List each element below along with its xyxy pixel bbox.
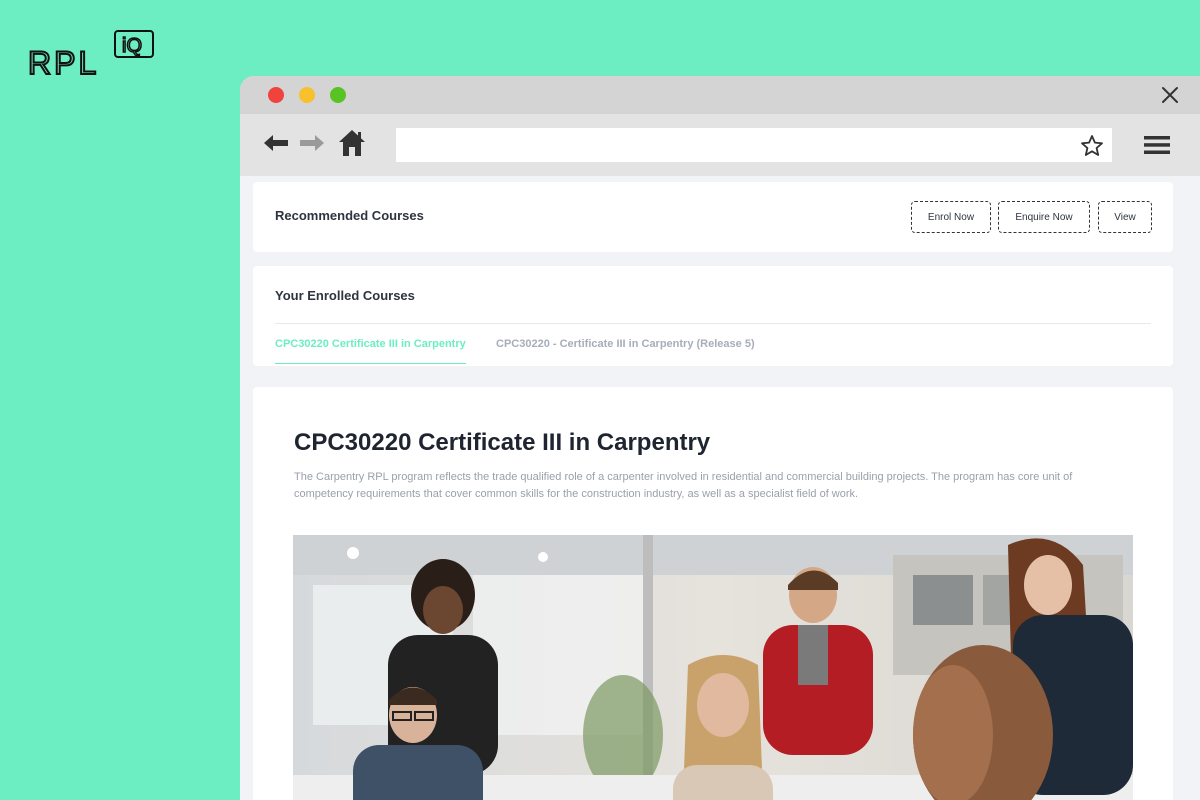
course-detail-card: CPC30220 Certificate III in Carpentry Th… (253, 387, 1173, 800)
home-icon[interactable] (338, 128, 366, 163)
back-arrow-icon[interactable] (262, 132, 290, 159)
enquire-now-button[interactable]: Enquire Now (998, 201, 1090, 233)
maximize-window-dot[interactable] (330, 87, 346, 103)
close-window-dot[interactable] (268, 87, 284, 103)
tab-cpc30220-release-5[interactable]: CPC30220 - Certificate III in Carpentry … (496, 338, 755, 350)
star-icon[interactable] (1080, 134, 1104, 163)
logo-badge-text: iQ (122, 35, 142, 57)
tab-divider (275, 323, 1151, 324)
rpliq-logo: RPL iQ (28, 28, 158, 80)
browser-toolbar (240, 114, 1200, 176)
close-icon[interactable] (1160, 85, 1180, 105)
enrol-now-button[interactable]: Enrol Now (911, 201, 991, 233)
page-content: Recommended Courses Enrol Now Enquire No… (240, 176, 1200, 800)
enrolled-courses-card: Your Enrolled Courses CPC30220 Certifica… (253, 266, 1173, 366)
view-button[interactable]: View (1098, 201, 1152, 233)
logo-text: RPL (28, 45, 99, 80)
course-description: The Carpentry RPL program reflects the t… (294, 471, 1073, 500)
address-bar-input[interactable] (396, 128, 1112, 162)
course-title: CPC30220 Certificate III in Carpentry (294, 429, 711, 456)
hamburger-menu-icon[interactable] (1144, 135, 1170, 160)
browser-titlebar (240, 76, 1200, 114)
enrolled-courses-title: Your Enrolled Courses (275, 288, 415, 303)
tab-cpc30220-certificate[interactable]: CPC30220 Certificate III in Carpentry (275, 338, 466, 364)
course-photo (293, 535, 1133, 800)
forward-arrow-icon[interactable] (298, 132, 326, 159)
browser-window: Recommended Courses Enrol Now Enquire No… (240, 76, 1200, 800)
recommended-courses-title: Recommended Courses (275, 208, 424, 223)
minimize-window-dot[interactable] (299, 87, 315, 103)
recommended-courses-card: Recommended Courses Enrol Now Enquire No… (253, 182, 1173, 252)
